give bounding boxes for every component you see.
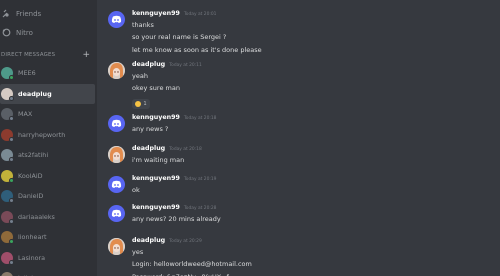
message-header: kennguyen99 Today at 20:19 bbox=[132, 175, 216, 182]
dm-item-harryhepworth[interactable]: harryhepworth bbox=[0, 125, 97, 146]
username[interactable]: kennguyen99 bbox=[132, 114, 180, 121]
dm-item-ats2fatihi[interactable]: ats2fatihi bbox=[0, 145, 97, 166]
reaction-button[interactable]: 1 bbox=[132, 98, 150, 109]
timestamp: Today at 20:29 bbox=[169, 239, 202, 244]
friends-icon bbox=[2, 9, 11, 18]
message-text: so your real name is Sergei ? bbox=[132, 33, 227, 42]
discord-logo-icon[interactable] bbox=[108, 176, 125, 193]
dm-name: lionheart bbox=[18, 233, 47, 242]
message-header: deadplug Today at 20:11 bbox=[132, 61, 202, 68]
avatar[interactable] bbox=[108, 146, 125, 163]
message-text: i'm waiting man bbox=[132, 156, 185, 164]
message-header: deadplug Today at 20:18 bbox=[132, 145, 202, 152]
status-indicator bbox=[9, 116, 14, 122]
status-indicator bbox=[9, 218, 14, 224]
avatar bbox=[1, 231, 14, 245]
avatar[interactable] bbox=[108, 238, 125, 255]
plus-icon[interactable]: + bbox=[82, 50, 90, 60]
status-indicator bbox=[9, 157, 14, 163]
timestamp: Today at 20:28 bbox=[183, 206, 217, 211]
timestamp: Today at 20:19 bbox=[183, 177, 217, 182]
dm-name: KoolAiD bbox=[18, 171, 43, 180]
dm-item-lionheart[interactable]: lionheart bbox=[0, 227, 97, 248]
avatar bbox=[1, 128, 14, 142]
username[interactable]: deadplug bbox=[132, 145, 165, 152]
dm-item-lasinora[interactable]: Lasinora bbox=[0, 248, 97, 269]
discord-logo-icon[interactable] bbox=[108, 11, 125, 28]
discord-logo-icon[interactable] bbox=[108, 115, 125, 132]
message-header: kennguyen99 Today at 20:18 bbox=[132, 114, 216, 121]
message-text: okey sure man bbox=[132, 84, 180, 93]
dm-name: dariaaaleks bbox=[18, 212, 55, 221]
status-indicator bbox=[9, 259, 14, 265]
dm-name: ats2fatihi bbox=[18, 151, 49, 160]
dm-item-luliet[interactable]: luliet bbox=[0, 268, 97, 276]
status-indicator bbox=[9, 136, 14, 142]
message-header: kennguyen99 Today at 20:28 bbox=[132, 204, 216, 211]
smiley-emoji-icon bbox=[135, 100, 142, 107]
dm-sidebar: Friends Nitro DIRECT MESSAGES + MEE6 dead… bbox=[0, 0, 97, 276]
avatar bbox=[1, 149, 14, 163]
username[interactable]: kennguyen99 bbox=[132, 10, 180, 17]
discord-logo-icon[interactable] bbox=[108, 205, 125, 222]
dm-item-max[interactable]: MAX bbox=[0, 104, 97, 125]
message-header: kennguyen99 Today at 20:01 bbox=[132, 10, 216, 17]
avatar bbox=[1, 272, 13, 276]
timestamp: Today at 20:18 bbox=[169, 147, 202, 152]
dm-item-dariaaaleks[interactable]: dariaaaleks bbox=[0, 207, 97, 228]
username[interactable]: kennguyen99 bbox=[132, 175, 180, 182]
message-text: yeah bbox=[132, 72, 148, 80]
avatar bbox=[1, 67, 14, 81]
status-indicator bbox=[9, 95, 14, 101]
message-text: thanks bbox=[132, 21, 154, 29]
nav-nitro[interactable]: Nitro bbox=[0, 25, 97, 40]
username[interactable]: deadplug bbox=[132, 61, 165, 68]
avatar bbox=[1, 169, 14, 183]
message-text: ok bbox=[132, 186, 140, 194]
dm-name: harryhepworth bbox=[18, 130, 66, 139]
reaction-count: 1 bbox=[143, 100, 147, 107]
dm-name: MEE6 bbox=[18, 69, 36, 78]
avatar bbox=[1, 87, 14, 101]
direct-messages-header: DIRECT MESSAGES + bbox=[0, 47, 97, 63]
message-text: any news ? bbox=[132, 125, 169, 133]
dm-item-koolaid[interactable]: KoolAiD bbox=[0, 166, 97, 187]
dm-name: Lasinora bbox=[18, 253, 46, 262]
message-header: deadplug Today at 20:29 bbox=[132, 237, 202, 244]
dm-name: deadplug bbox=[18, 89, 52, 98]
status-indicator bbox=[9, 198, 14, 204]
avatar bbox=[1, 190, 14, 204]
username[interactable]: deadplug bbox=[132, 237, 165, 244]
dm-name: MAX bbox=[18, 110, 33, 119]
discord-app: Friends Nitro DIRECT MESSAGES + MEE6 dead… bbox=[0, 0, 500, 276]
direct-messages-label: DIRECT MESSAGES bbox=[1, 52, 56, 58]
timestamp: Today at 20:11 bbox=[169, 63, 202, 68]
message-text: any news? 20 mins already bbox=[132, 215, 221, 223]
nav-nitro-label: Nitro bbox=[16, 28, 33, 37]
dm-item-danield[interactable]: DanielD bbox=[0, 186, 97, 207]
nav-friends[interactable]: Friends bbox=[0, 6, 97, 21]
message-text: Login: helloworldweed@hotmail.com bbox=[132, 260, 252, 269]
dm-item-mee6[interactable]: MEE6 bbox=[0, 63, 97, 84]
avatar bbox=[1, 251, 14, 265]
avatar bbox=[1, 210, 14, 224]
nitro-icon bbox=[2, 28, 11, 37]
message-text: let me know as soon as it's done please bbox=[132, 45, 262, 54]
avatar bbox=[1, 108, 14, 122]
chat-messages: kennguyen99 Today at 20:01 thanks so your r… bbox=[97, 0, 500, 276]
nav-friends-label: Friends bbox=[16, 9, 42, 18]
status-indicator bbox=[9, 177, 14, 183]
dm-list: MEE6 deadplug MAX harryhepworth ats2fatihi Ko… bbox=[0, 63, 97, 276]
timestamp: Today at 20:18 bbox=[183, 116, 217, 121]
status-indicator bbox=[9, 75, 14, 81]
dm-item-deadplug[interactable]: deadplug bbox=[0, 83, 95, 104]
username[interactable]: kennguyen99 bbox=[132, 204, 180, 211]
status-indicator bbox=[9, 239, 14, 245]
message-text: yes bbox=[132, 248, 144, 256]
avatar[interactable] bbox=[108, 62, 125, 79]
timestamp: Today at 20:01 bbox=[183, 12, 217, 17]
dm-name: DanielD bbox=[18, 192, 44, 201]
